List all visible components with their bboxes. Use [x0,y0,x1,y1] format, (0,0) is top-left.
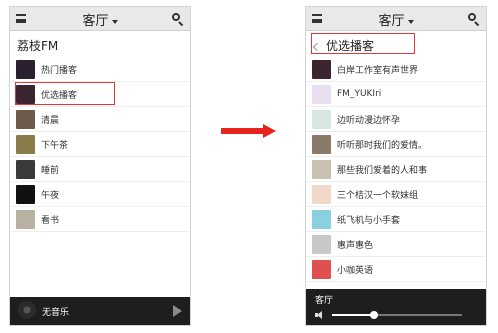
cover-thumbnail [16,59,35,79]
list-item[interactable]: 惠声惠色 [306,232,486,257]
chevron-down-icon [407,19,414,24]
cover-thumbnail [312,184,331,204]
list-item[interactable]: 睡前 [10,157,190,182]
list-item[interactable]: 纸飞机与小手套 [306,207,486,232]
player-bar: 无音乐 [10,297,190,325]
chevron-down-icon [111,19,118,24]
list-item-label: 下午茶 [41,140,69,151]
volume-slider[interactable] [332,311,462,319]
list-item[interactable]: 边听动漫边怀孕 [306,107,486,132]
list-item-label: 小咖英语 [337,265,374,276]
room-title: 客厅 [82,14,109,29]
list-item-label: 睡前 [41,165,60,176]
room-title: 客厅 [378,14,405,29]
list-item-label: 纸飞机与小手套 [337,215,401,226]
list-item-label: 热门播客 [41,65,78,76]
now-playing-title: 客厅 [315,296,334,306]
list-item[interactable]: 下午茶 [10,132,190,157]
cover-thumbnail [312,109,331,129]
disc-icon [18,301,36,319]
arrow-right-icon [221,124,277,138]
cover-thumbnail [16,184,35,204]
list-item[interactable]: 白岸工作室有声世界 [306,57,486,82]
volume-thumb[interactable] [369,311,378,319]
cover-thumbnail [312,209,331,229]
list-item-label: 午夜 [41,190,60,201]
cover-thumbnail [312,259,331,279]
list-item[interactable]: 清晨 [10,107,190,132]
list-item-label: 看书 [41,215,60,226]
right-screen: 客厅 优选播客 白岸工作室有声世界 FM_YUKIri 边听动漫边怀孕 听听那时我们的… [305,6,487,326]
list-item-label: 清晨 [41,115,60,126]
list-item[interactable]: FM_YUKIri [306,82,486,107]
cover-thumbnail [312,234,331,254]
list-item[interactable]: 热门播客 [10,57,190,82]
cover-thumbnail [16,109,35,129]
play-icon[interactable] [173,305,182,317]
section-title: 荔枝FM [17,39,59,53]
cover-thumbnail [16,209,35,229]
search-icon[interactable] [172,13,184,27]
list-item[interactable]: 小咖英语 [306,257,486,282]
cover-thumbnail [16,134,35,154]
list-item-label: 三个桔汉一个软妹组 [337,190,419,201]
cover-thumbnail [312,59,331,79]
title-highlight [311,33,415,54]
list-item[interactable]: 看书 [10,207,190,232]
list-item[interactable]: 午夜 [10,182,190,207]
podcast-list: 白岸工作室有声世界 FM_YUKIri 边听动漫边怀孕听听那时我们的爱情。 那些我们爱… [306,57,486,282]
cover-thumbnail [312,134,331,154]
cover-thumbnail [16,159,35,179]
selection-highlight [15,82,115,105]
now-playing-panel: 客厅 [306,289,486,325]
list-item-label: 惠声惠色 [337,240,374,251]
list-item-label: 白岸工作室有声世界 [337,65,419,76]
volume-fill [332,314,374,316]
player-status: 无音乐 [42,308,70,318]
cover-thumbnail [312,159,331,179]
cover-thumbnail [312,84,331,104]
room-selector[interactable]: 客厅 [306,10,486,29]
list-item-label: 那些我们爱着的人和事 [337,165,428,176]
search-icon[interactable] [468,13,480,27]
left-screen: 客厅 荔枝FM 热门播客 优选播客 清晨 下午茶 睡前 午夜 看书 无音乐 [9,6,191,326]
list-item-label: 听听那时我们的爱情。 [337,140,428,151]
list-item-label: FM_YUKIri [337,89,382,99]
top-bar: 客厅 [10,7,190,31]
room-selector[interactable]: 客厅 [10,10,190,29]
list-item[interactable]: 听听那时我们的爱情。 [306,132,486,157]
list-item[interactable]: 三个桔汉一个软妹组 [306,182,486,207]
list-item[interactable]: 那些我们爱着的人和事 [306,157,486,182]
list-item-label: 边听动漫边怀孕 [337,115,401,126]
volume-icon [315,311,323,319]
top-bar: 客厅 [306,7,486,31]
